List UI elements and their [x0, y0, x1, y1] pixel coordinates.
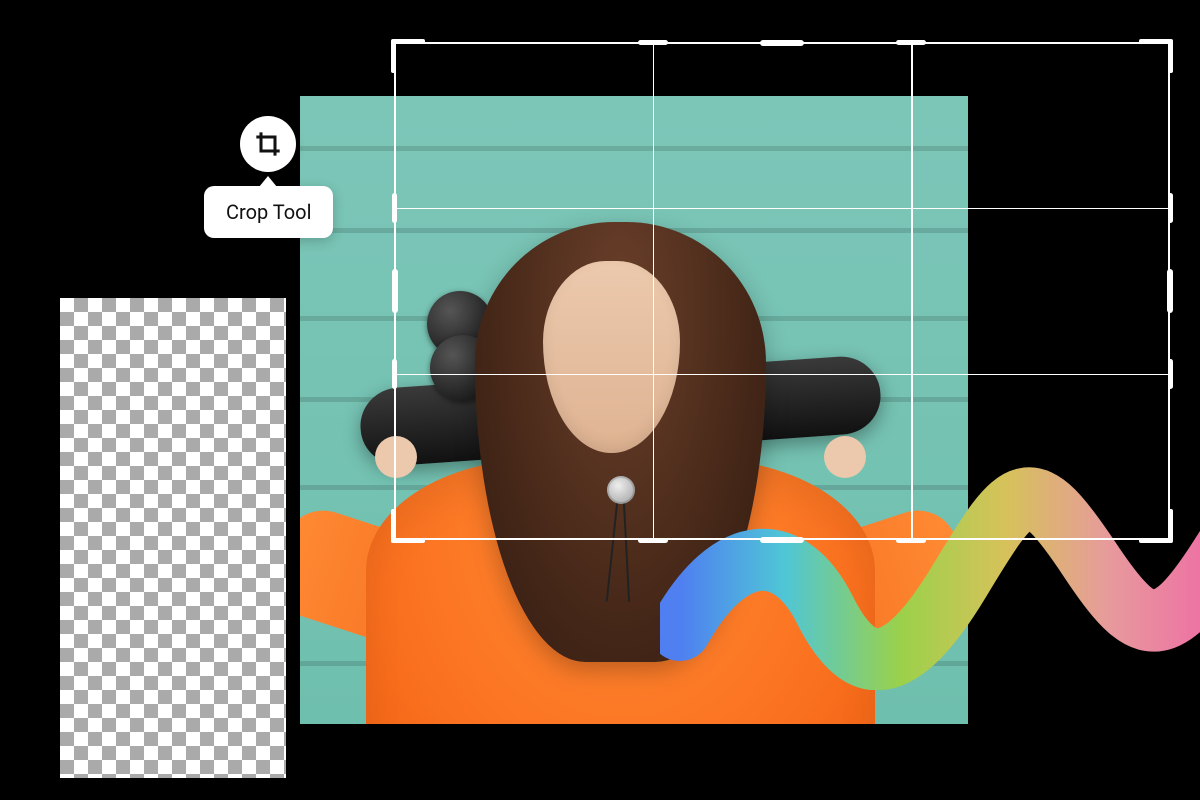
crop-icon: [254, 130, 282, 158]
crop-frame[interactable]: [394, 42, 1170, 540]
crop-grid-notch: [392, 193, 397, 223]
crop-grid-notch: [896, 40, 926, 45]
crop-tool-button[interactable]: [240, 116, 296, 172]
crop-grid-notch: [896, 538, 926, 543]
crop-grid-line: [653, 42, 655, 540]
crop-grid-notch: [638, 40, 668, 45]
crop-handle-top-right[interactable]: [1139, 39, 1173, 73]
crop-grid-notch: [392, 359, 397, 389]
crop-handle-bottom[interactable]: [760, 537, 804, 543]
crop-grid-line: [394, 374, 1170, 376]
crop-grid-line: [911, 42, 913, 540]
crop-grid-line: [394, 208, 1170, 210]
crop-grid-notch: [638, 538, 668, 543]
transparency-background-swatch: [60, 298, 286, 778]
crop-grid-notch: [1168, 193, 1173, 223]
crop-grid-notch: [1168, 359, 1173, 389]
crop-handle-bottom-left[interactable]: [391, 509, 425, 543]
crop-handle-top[interactable]: [760, 40, 804, 46]
crop-handle-left[interactable]: [392, 269, 398, 313]
crop-handle-bottom-right[interactable]: [1139, 509, 1173, 543]
crop-handle-right[interactable]: [1167, 269, 1173, 313]
crop-handle-top-left[interactable]: [391, 39, 425, 73]
tooltip-label: Crop Tool: [226, 200, 311, 224]
crop-tool-tooltip: Crop Tool: [204, 186, 333, 238]
